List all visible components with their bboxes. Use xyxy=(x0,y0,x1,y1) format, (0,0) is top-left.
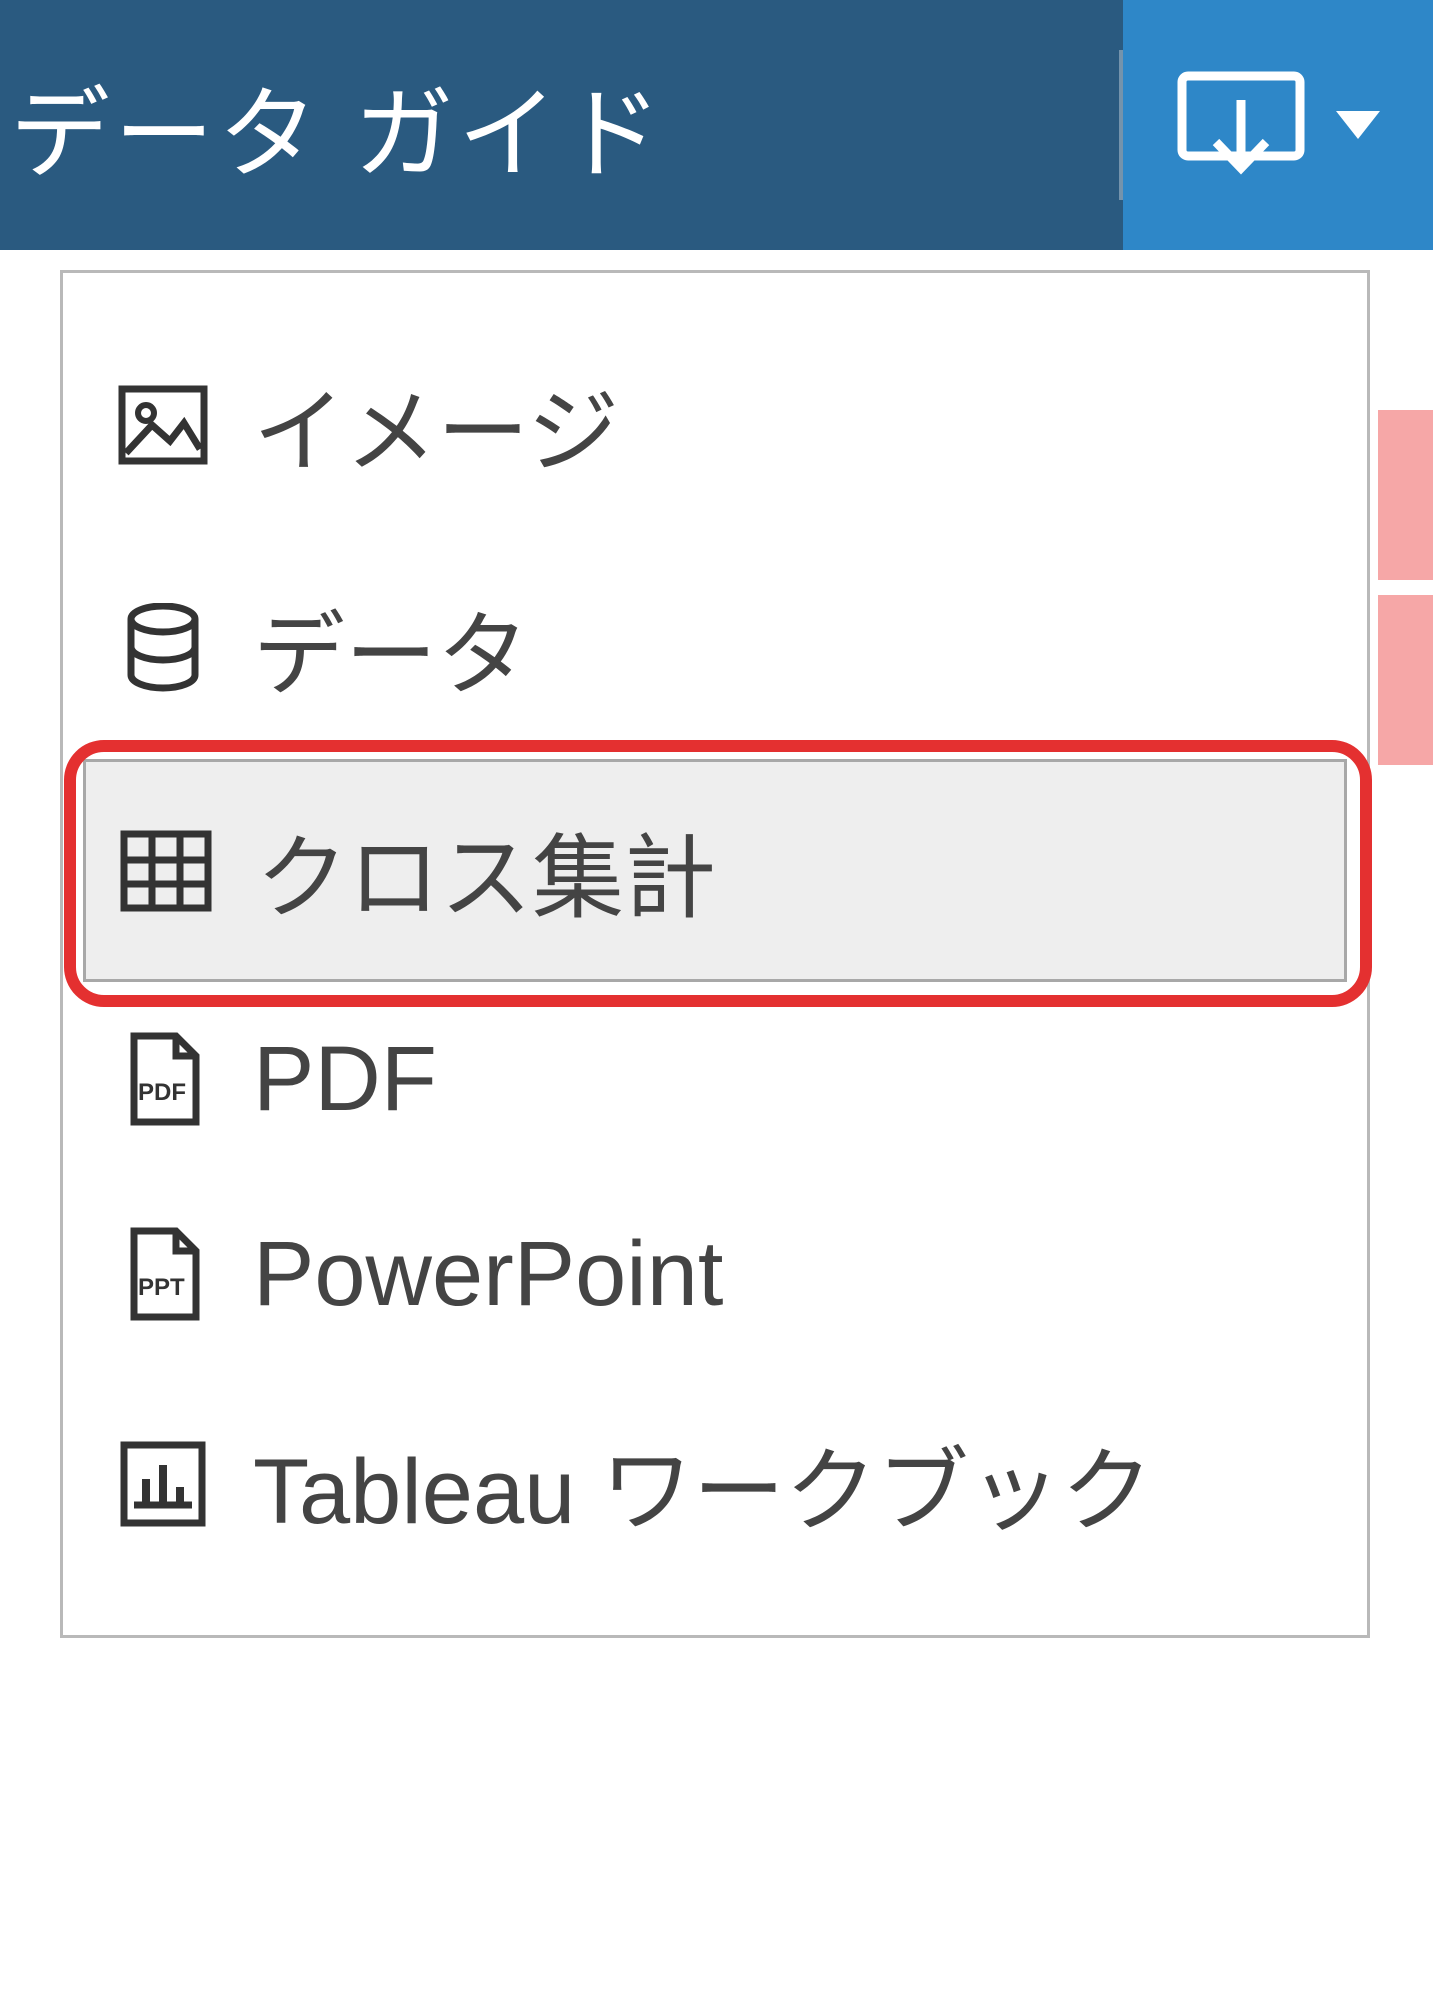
database-icon xyxy=(113,603,213,693)
download-button[interactable] xyxy=(1123,0,1433,250)
menu-item-label: データ xyxy=(253,581,529,714)
menu-item-label: イメージ xyxy=(253,358,619,491)
menu-item-label: Tableau ワークブック xyxy=(253,1417,1153,1550)
menu-item-image[interactable]: イメージ xyxy=(63,313,1367,536)
image-icon xyxy=(113,385,213,465)
download-icon xyxy=(1176,70,1306,180)
menu-item-label: クロス集計 xyxy=(256,804,716,937)
menu-item-tableau-workbook[interactable]: Tableau ワークブック xyxy=(63,1372,1367,1595)
svg-text:PPT: PPT xyxy=(138,1274,185,1301)
pdf-file-icon: PDF xyxy=(113,1032,213,1128)
menu-item-label: PowerPoint xyxy=(253,1222,723,1327)
menu-item-powerpoint[interactable]: PPT PowerPoint xyxy=(63,1177,1367,1372)
background-strip xyxy=(1378,410,1433,580)
toolbar-title[interactable]: データ ガイド xyxy=(0,0,1119,250)
menu-item-label: PDF xyxy=(253,1027,437,1132)
menu-item-crosstab[interactable]: クロス集計 xyxy=(83,759,1347,982)
toolbar: データ ガイド xyxy=(0,0,1433,250)
menu-item-pdf[interactable]: PDF PDF xyxy=(63,982,1367,1177)
background-strip xyxy=(1378,595,1433,765)
chevron-down-icon xyxy=(1336,111,1380,139)
tableau-workbook-icon xyxy=(113,1439,213,1529)
powerpoint-file-icon: PPT xyxy=(113,1227,213,1323)
svg-text:PDF: PDF xyxy=(138,1079,186,1106)
download-menu: イメージ データ クロス集計 xyxy=(60,270,1370,1638)
table-icon xyxy=(116,830,216,912)
menu-item-data[interactable]: データ xyxy=(63,536,1367,759)
